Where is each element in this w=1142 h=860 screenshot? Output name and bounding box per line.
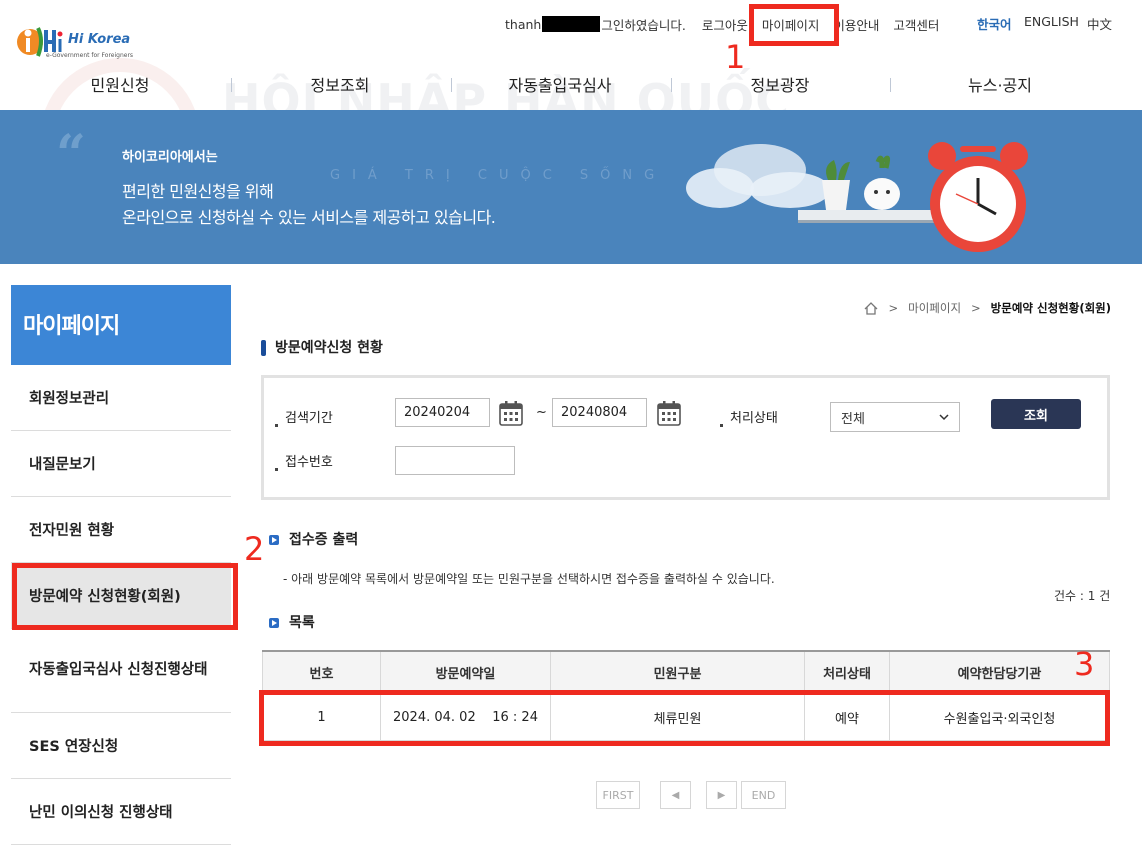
search-button[interactable]: 조회 — [991, 399, 1081, 429]
title-bar-marker — [261, 340, 266, 356]
hikorea-logo[interactable]: Hi Korea e-Government for Foreigners — [16, 22, 138, 62]
gnb-news[interactable]: 뉴스·공지 — [890, 72, 1110, 96]
annotation-number-2: 2 — [244, 530, 265, 568]
login-suffix: 그인하였습니다. — [601, 17, 686, 33]
col-header-visit-date: 방문예약일 — [380, 650, 551, 695]
annotation-box-3 — [259, 690, 1110, 746]
receipt-number-label: 접수번호 — [285, 455, 333, 470]
pager-first-button[interactable]: FIRST — [596, 781, 640, 809]
status-label: 처리상태 — [730, 411, 778, 426]
main-navigation: 민원신청 정보조회 자동출입국심사 정보광장 뉴스·공지 — [10, 72, 1132, 98]
date-to-input[interactable] — [552, 398, 647, 427]
lang-english[interactable]: ENGLISH — [1024, 14, 1079, 29]
login-status: thanh 그인하였습니다. — [505, 15, 686, 34]
annotation-number-3: 3 — [1074, 645, 1095, 683]
logout-link[interactable]: 로그아웃 — [702, 15, 748, 34]
banner-line-1: 하이코리아에서는 — [122, 150, 218, 165]
search-period-label: 검색기간 — [285, 411, 333, 426]
receipt-number-input[interactable] — [395, 446, 515, 475]
table-header-row: 번호 방문예약일 민원구분 처리상태 예약한담당기관 — [262, 650, 1110, 695]
date-range-tilde: ~ — [536, 405, 547, 420]
gnb-civil-application[interactable]: 민원신청 — [10, 72, 230, 96]
search-panel — [261, 375, 1110, 500]
pager-next-button[interactable]: ▶ — [706, 781, 737, 809]
section-bullet-icon — [269, 535, 279, 545]
chevron-down-icon — [939, 413, 949, 420]
result-count: 건수 : 1 건 — [1054, 589, 1111, 603]
date-from-input[interactable] — [395, 398, 490, 427]
banner-illustration-icon — [686, 142, 1028, 252]
gnb-auto-immigration[interactable]: 자동출입국심사 — [450, 72, 670, 96]
pager-end-button[interactable]: END — [741, 781, 786, 809]
bullet-dot — [720, 424, 723, 427]
annotation-number-1: 1 — [725, 38, 746, 76]
bullet-dot — [275, 468, 278, 471]
sidebar-item-auto-immigration-status[interactable]: 자동출입국심사 신청진행상태 — [11, 629, 231, 713]
page-title: 방문예약신청 현황 — [275, 340, 383, 356]
bullet-dot — [275, 424, 278, 427]
sidebar-item-ses-extension[interactable]: SES 연장신청 — [11, 713, 231, 779]
breadcrumb-separator-icon: > — [888, 301, 899, 315]
logo-text: Hi Korea — [68, 32, 131, 47]
col-header-civil-type: 민원구분 — [550, 650, 805, 695]
print-section-title: 접수증 출력 — [289, 532, 359, 548]
banner-line-3: 온라인으로 신청하실 수 있는 서비스를 제공하고 있습니다. — [122, 208, 496, 227]
list-section-title: 목록 — [289, 615, 315, 631]
gnb-info-plaza[interactable]: 정보광장 — [670, 72, 890, 96]
sidebar-item-refugee-appeal[interactable]: 난민 이의신청 진행상태 — [11, 779, 231, 845]
watermark-subtitle: GIÁ TRỊ CUỘC SỐNG — [330, 168, 667, 183]
redacted-username — [542, 16, 601, 32]
col-header-number: 번호 — [262, 650, 381, 695]
breadcrumb: > 마이페이지 > 방문예약 신청현황(회원) — [864, 300, 1111, 316]
annotation-box-1 — [749, 4, 839, 46]
calendar-icon[interactable] — [499, 400, 523, 426]
breadcrumb-separator-icon: > — [971, 301, 981, 315]
sidebar-title: 마이페이지 — [11, 285, 231, 365]
gnb-info-lookup[interactable]: 정보조회 — [230, 72, 450, 96]
status-select[interactable]: 전체 — [830, 402, 960, 432]
pager-prev-button[interactable]: ◀ — [660, 781, 691, 809]
hero-banner: “ 하이코리아에서는 편리한 민원신청을 위해 온라인으로 신청하실 수 있는 … — [0, 110, 1142, 264]
annotation-box-2 — [12, 563, 238, 630]
section-bullet-icon — [269, 618, 279, 628]
guide-link[interactable]: 이용안내 — [833, 15, 879, 34]
sidebar-item-member-info[interactable]: 회원정보관리 — [11, 365, 231, 431]
banner-line-2: 편리한 민원신청을 위해 — [122, 182, 274, 201]
col-header-status: 처리상태 — [804, 650, 890, 695]
username: thanh — [505, 16, 542, 32]
breadcrumb-mypage[interactable]: 마이페이지 — [908, 300, 961, 316]
status-select-value: 전체 — [841, 411, 865, 427]
home-icon[interactable] — [864, 301, 878, 315]
quote-mark-icon: “ — [56, 124, 86, 185]
sidebar-item-my-questions[interactable]: 내질문보기 — [11, 431, 231, 497]
breadcrumb-current: 방문예약 신청현황(회원) — [990, 301, 1111, 315]
calendar-icon[interactable] — [657, 400, 681, 426]
lang-korean[interactable]: 한국어 — [977, 14, 1012, 33]
utility-bar: thanh 그인하였습니다. 로그아웃 마이페이지 이용안내 고객센터 — [505, 14, 939, 34]
sidebar-item-e-civil-status[interactable]: 전자민원 현황 — [11, 497, 231, 563]
print-section-description: - 아래 방문예약 목록에서 방문예약일 또는 민원구분을 선택하시면 접수증을… — [283, 572, 775, 586]
customer-center-link[interactable]: 고객센터 — [893, 15, 939, 34]
lang-chinese[interactable]: 中文 — [1087, 14, 1112, 33]
